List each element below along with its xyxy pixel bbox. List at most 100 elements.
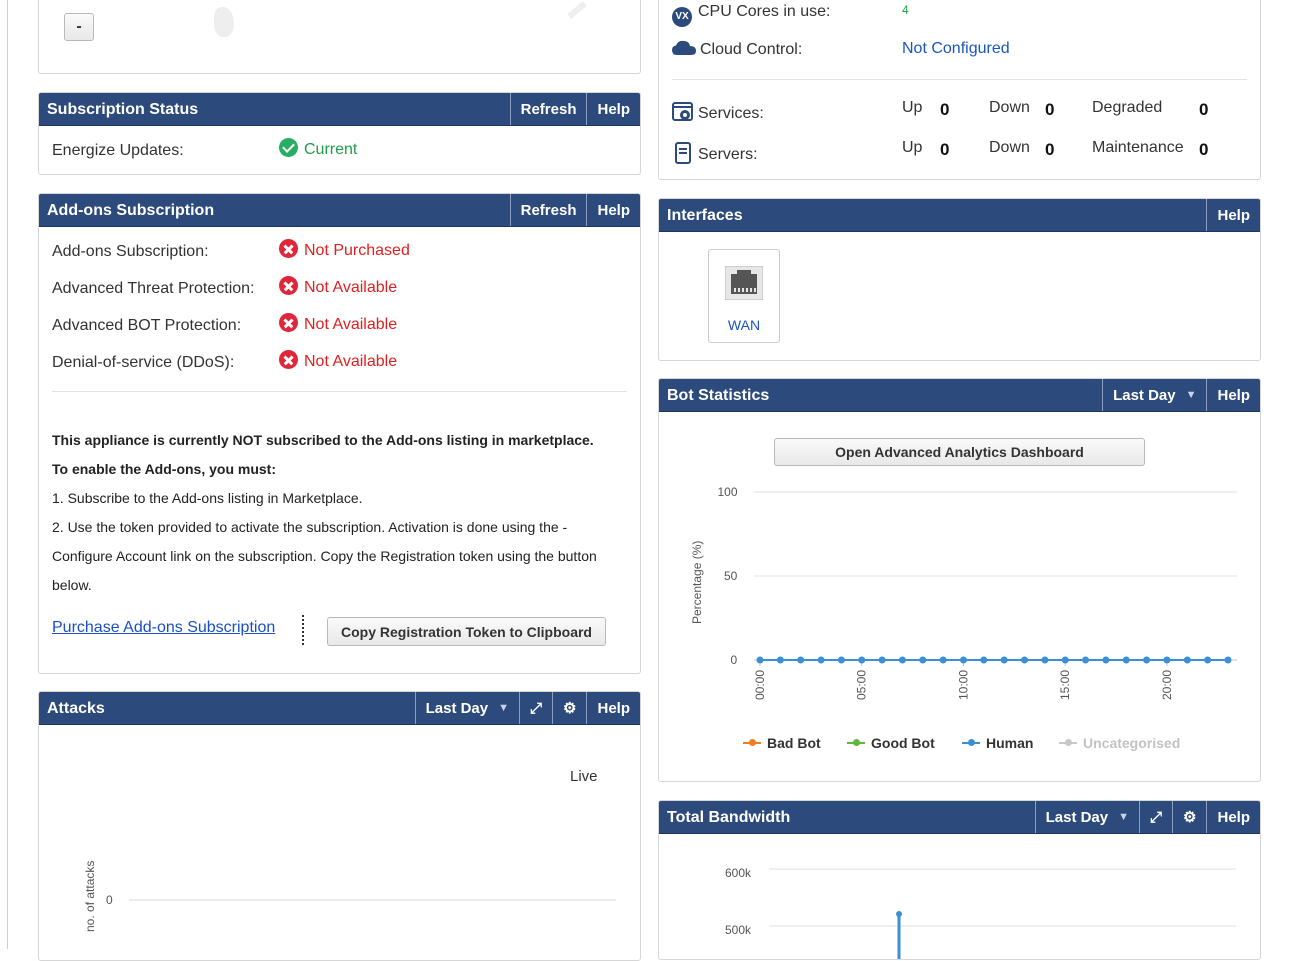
gear-icon: ⚙ xyxy=(563,700,577,717)
energize-status: Current xyxy=(279,138,357,159)
data-point[interactable] xyxy=(878,656,886,664)
data-point[interactable] xyxy=(980,656,988,664)
step-2-line-2: Configure Account link on the subscripti… xyxy=(52,548,597,564)
cloud-value-link[interactable]: Not Configured xyxy=(902,40,1010,58)
data-point[interactable] xyxy=(1163,656,1171,664)
cpu-row: VX CPU Cores in use: xyxy=(672,3,831,27)
expand-icon: ⤢ xyxy=(530,699,543,717)
bandwidth-point xyxy=(896,911,902,917)
legend-bad-bot[interactable]: Bad Bot xyxy=(743,735,821,751)
energize-label: Energize Updates: xyxy=(52,142,184,159)
data-point[interactable] xyxy=(817,656,825,664)
panel-title: Interfaces xyxy=(667,207,743,224)
attacks-panel: Attacks Last Day ▼ ⤢ ⚙ Help Live no. of a… xyxy=(38,691,641,961)
wan-interface-tile[interactable]: WAN xyxy=(708,249,780,343)
settings-button[interactable]: ⚙ xyxy=(552,692,586,724)
legend-uncategorised[interactable]: Uncategorised xyxy=(1059,735,1180,751)
subscription-status-panel: Subscription Status Refresh Help Energiz… xyxy=(38,92,641,175)
data-point[interactable] xyxy=(1102,656,1110,664)
data-point[interactable] xyxy=(756,656,764,664)
servers-up-value: 0 xyxy=(940,140,950,159)
data-point[interactable] xyxy=(1204,656,1212,664)
services-up-label: Up xyxy=(902,99,923,116)
data-point[interactable] xyxy=(898,656,906,664)
panel-header: Attacks Last Day ▼ ⤢ ⚙ Help xyxy=(39,692,640,725)
legend-human[interactable]: Human xyxy=(962,735,1033,751)
data-point[interactable] xyxy=(1143,656,1151,664)
y-axis-label: Percentage (%) xyxy=(690,541,704,624)
divider xyxy=(52,391,627,392)
data-point[interactable] xyxy=(1082,656,1090,664)
live-label: Live xyxy=(570,768,598,785)
notice-line-1: This appliance is currently NOT subscrib… xyxy=(52,432,594,448)
map-panel: - xyxy=(38,0,641,74)
cpu-value: 4 xyxy=(902,3,909,17)
data-point[interactable] xyxy=(1000,656,1008,664)
servers-maintenance-value: 0 xyxy=(1199,140,1209,159)
x-tick-label: 05:00 xyxy=(855,670,869,700)
interfaces-panel: Interfaces Help WAN xyxy=(658,198,1261,361)
page-left-border xyxy=(7,0,8,949)
ethernet-port-icon xyxy=(725,266,763,300)
data-point[interactable] xyxy=(1122,656,1130,664)
refresh-button[interactable]: Refresh xyxy=(509,194,587,226)
time-range-dropdown[interactable]: Last Day ▼ xyxy=(414,692,519,724)
cloud-icon xyxy=(672,40,696,55)
help-button[interactable]: Help xyxy=(586,194,640,226)
servers-down-label: Down xyxy=(989,139,1030,156)
legend-marker xyxy=(847,739,865,746)
zoom-out-button[interactable]: - xyxy=(64,13,94,41)
help-button[interactable]: Help xyxy=(586,692,640,724)
cloud-label: Cloud Control: xyxy=(700,41,803,58)
help-button[interactable]: Help xyxy=(586,93,640,125)
panel-title: Attacks xyxy=(47,700,105,717)
cloud-row: Cloud Control: xyxy=(672,40,802,59)
data-point[interactable] xyxy=(1021,656,1029,664)
x-tick-label: 15:00 xyxy=(1058,670,1072,700)
expand-button[interactable]: ⤢ xyxy=(519,692,552,724)
data-point[interactable] xyxy=(797,656,805,664)
map-blob-2 xyxy=(567,1,587,19)
servers-maintenance-label: Maintenance xyxy=(1092,139,1184,156)
help-button[interactable]: Help xyxy=(1206,199,1260,231)
refresh-button[interactable]: Refresh xyxy=(509,93,587,125)
legend-label: Good Bot xyxy=(871,735,935,751)
services-label: Services: xyxy=(698,105,764,122)
data-point[interactable] xyxy=(1041,656,1049,664)
data-point[interactable] xyxy=(939,656,947,664)
status-value: Not Available xyxy=(304,353,398,370)
server-icon xyxy=(675,142,691,164)
error-circle-icon xyxy=(279,239,298,258)
bot-statistics-panel: Bot Statistics Last Day ▼ Help Open Advan… xyxy=(658,378,1261,782)
data-point[interactable] xyxy=(1061,656,1069,664)
legend-marker xyxy=(1059,739,1077,746)
check-circle-icon xyxy=(279,138,298,157)
attacks-chart: no. of attacks 0 xyxy=(83,861,616,932)
cpu-label: CPU Cores in use: xyxy=(698,3,831,20)
status-value: Not Available xyxy=(304,279,398,296)
error-circle-icon xyxy=(279,276,298,295)
copy-token-button[interactable]: Copy Registration Token to Clipboard xyxy=(327,617,606,646)
services-icon xyxy=(672,102,693,121)
data-point[interactable] xyxy=(1224,656,1232,664)
energize-value: Current xyxy=(304,141,358,158)
panel-title: Subscription Status xyxy=(47,101,199,118)
legend-good-bot[interactable]: Good Bot xyxy=(847,735,935,751)
notice-line-2: To enable the Add-ons, you must: xyxy=(52,461,276,477)
map-blob-1 xyxy=(214,7,234,37)
panel-header: Subscription Status Refresh Help xyxy=(39,93,640,126)
data-point[interactable] xyxy=(858,656,866,664)
legend-marker xyxy=(962,739,980,746)
services-down-label: Down xyxy=(989,99,1030,116)
servers-up-label: Up xyxy=(902,139,923,156)
y-axis-label: no. of attacks xyxy=(83,861,97,932)
data-point[interactable] xyxy=(959,656,967,664)
step-1: 1. Subscribe to the Add-ons listing in M… xyxy=(52,490,363,506)
purchase-addons-link[interactable]: Purchase Add-ons Subscription xyxy=(52,619,275,637)
y-tick-label: 100 xyxy=(718,485,738,499)
data-point[interactable] xyxy=(776,656,784,664)
data-point[interactable] xyxy=(919,656,927,664)
addons-row-label: Advanced Threat Protection: xyxy=(52,280,255,297)
data-point[interactable] xyxy=(837,656,845,664)
data-point[interactable] xyxy=(1183,656,1191,664)
